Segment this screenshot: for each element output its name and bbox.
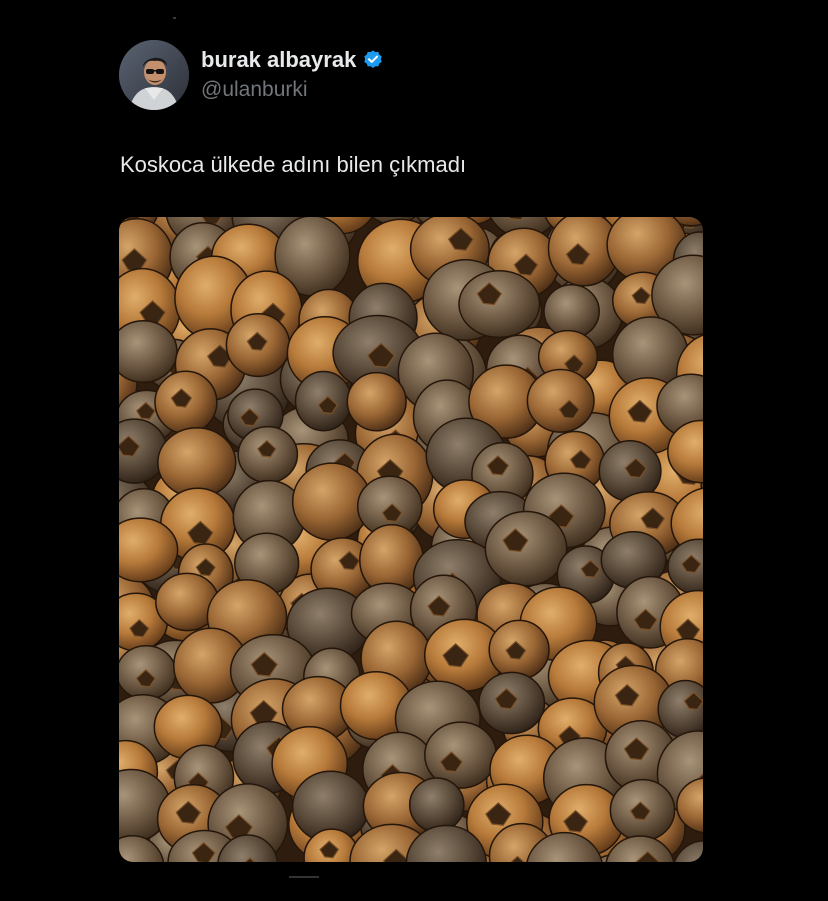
medlar-fruit xyxy=(609,778,676,842)
avatar[interactable] xyxy=(119,40,189,110)
medlar-fruit xyxy=(225,313,291,378)
author-info: burak albayrak @ulanburki xyxy=(201,46,384,104)
medlar-fruit xyxy=(294,370,353,432)
medlar-fruit xyxy=(488,619,550,680)
medlar-fruit xyxy=(154,370,218,435)
tweet-text: Koskoca ülkede adını bilen çıkmadı xyxy=(120,152,467,177)
verified-badge-icon xyxy=(362,49,384,71)
medlar-fruit xyxy=(119,319,178,384)
medlar-fruit xyxy=(346,371,407,432)
medlar-fruit xyxy=(526,368,595,433)
avatar-photo-icon xyxy=(119,40,189,110)
tweet-header: burak albayrak @ulanburki xyxy=(119,40,384,110)
medlar-fruit xyxy=(237,425,299,484)
medlar-fruit xyxy=(408,777,465,833)
medlar-fruit xyxy=(543,284,600,339)
tweet-media-photo[interactable] xyxy=(119,217,703,862)
medlar-fruit xyxy=(458,270,541,339)
medlar-fruits-photo xyxy=(119,217,703,862)
author-display-name[interactable]: burak albayrak xyxy=(201,46,356,74)
home-indicator xyxy=(289,876,319,878)
medlar-fruit xyxy=(478,671,546,735)
name-row: burak albayrak xyxy=(201,46,384,74)
medlar-fruit xyxy=(119,645,177,701)
medlar-fruit xyxy=(484,510,568,587)
medlar-fruit xyxy=(157,427,237,499)
status-dot xyxy=(173,17,176,19)
author-handle[interactable]: @ulanburki xyxy=(201,76,384,104)
